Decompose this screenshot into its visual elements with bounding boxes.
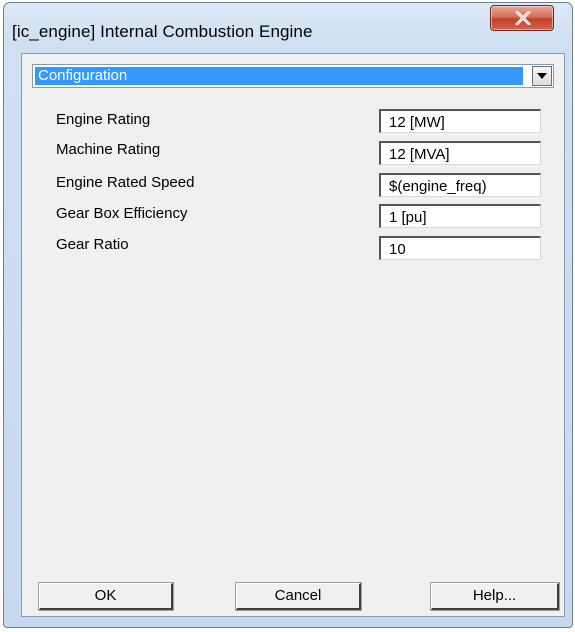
section-dropdown-value: Configuration xyxy=(35,67,523,85)
title-bar[interactable]: [ic_engine] Internal Combustion Engine xyxy=(4,3,572,51)
gear-box-efficiency-label: Gear Box Efficiency xyxy=(56,205,188,222)
gear-box-efficiency-field[interactable] xyxy=(379,204,541,228)
gear-ratio-field[interactable] xyxy=(379,236,541,260)
dropdown-arrow-icon xyxy=(537,73,547,79)
engine-rating-field[interactable] xyxy=(379,109,541,133)
ok-button[interactable]: OK xyxy=(38,582,174,611)
close-x-icon xyxy=(515,11,531,25)
dialog-window: [ic_engine] Internal Combustion Engine C… xyxy=(3,2,573,628)
window-title: [ic_engine] Internal Combustion Engine xyxy=(12,22,313,41)
dropdown-button[interactable] xyxy=(532,66,552,86)
machine-rating-field[interactable] xyxy=(379,141,541,165)
engine-rated-speed-field[interactable] xyxy=(379,173,541,197)
engine-rating-label: Engine Rating xyxy=(56,111,151,128)
close-button[interactable] xyxy=(490,5,554,31)
gear-ratio-label: Gear Ratio xyxy=(56,236,129,253)
help-button[interactable]: Help... xyxy=(430,582,560,611)
machine-rating-label: Machine Rating xyxy=(56,141,161,158)
section-dropdown[interactable]: Configuration xyxy=(32,64,554,88)
dialog-content: Configuration Engine Rating Machine Rati… xyxy=(21,53,565,617)
cancel-button[interactable]: Cancel xyxy=(235,582,362,611)
engine-rated-speed-label: Engine Rated Speed xyxy=(56,174,195,191)
